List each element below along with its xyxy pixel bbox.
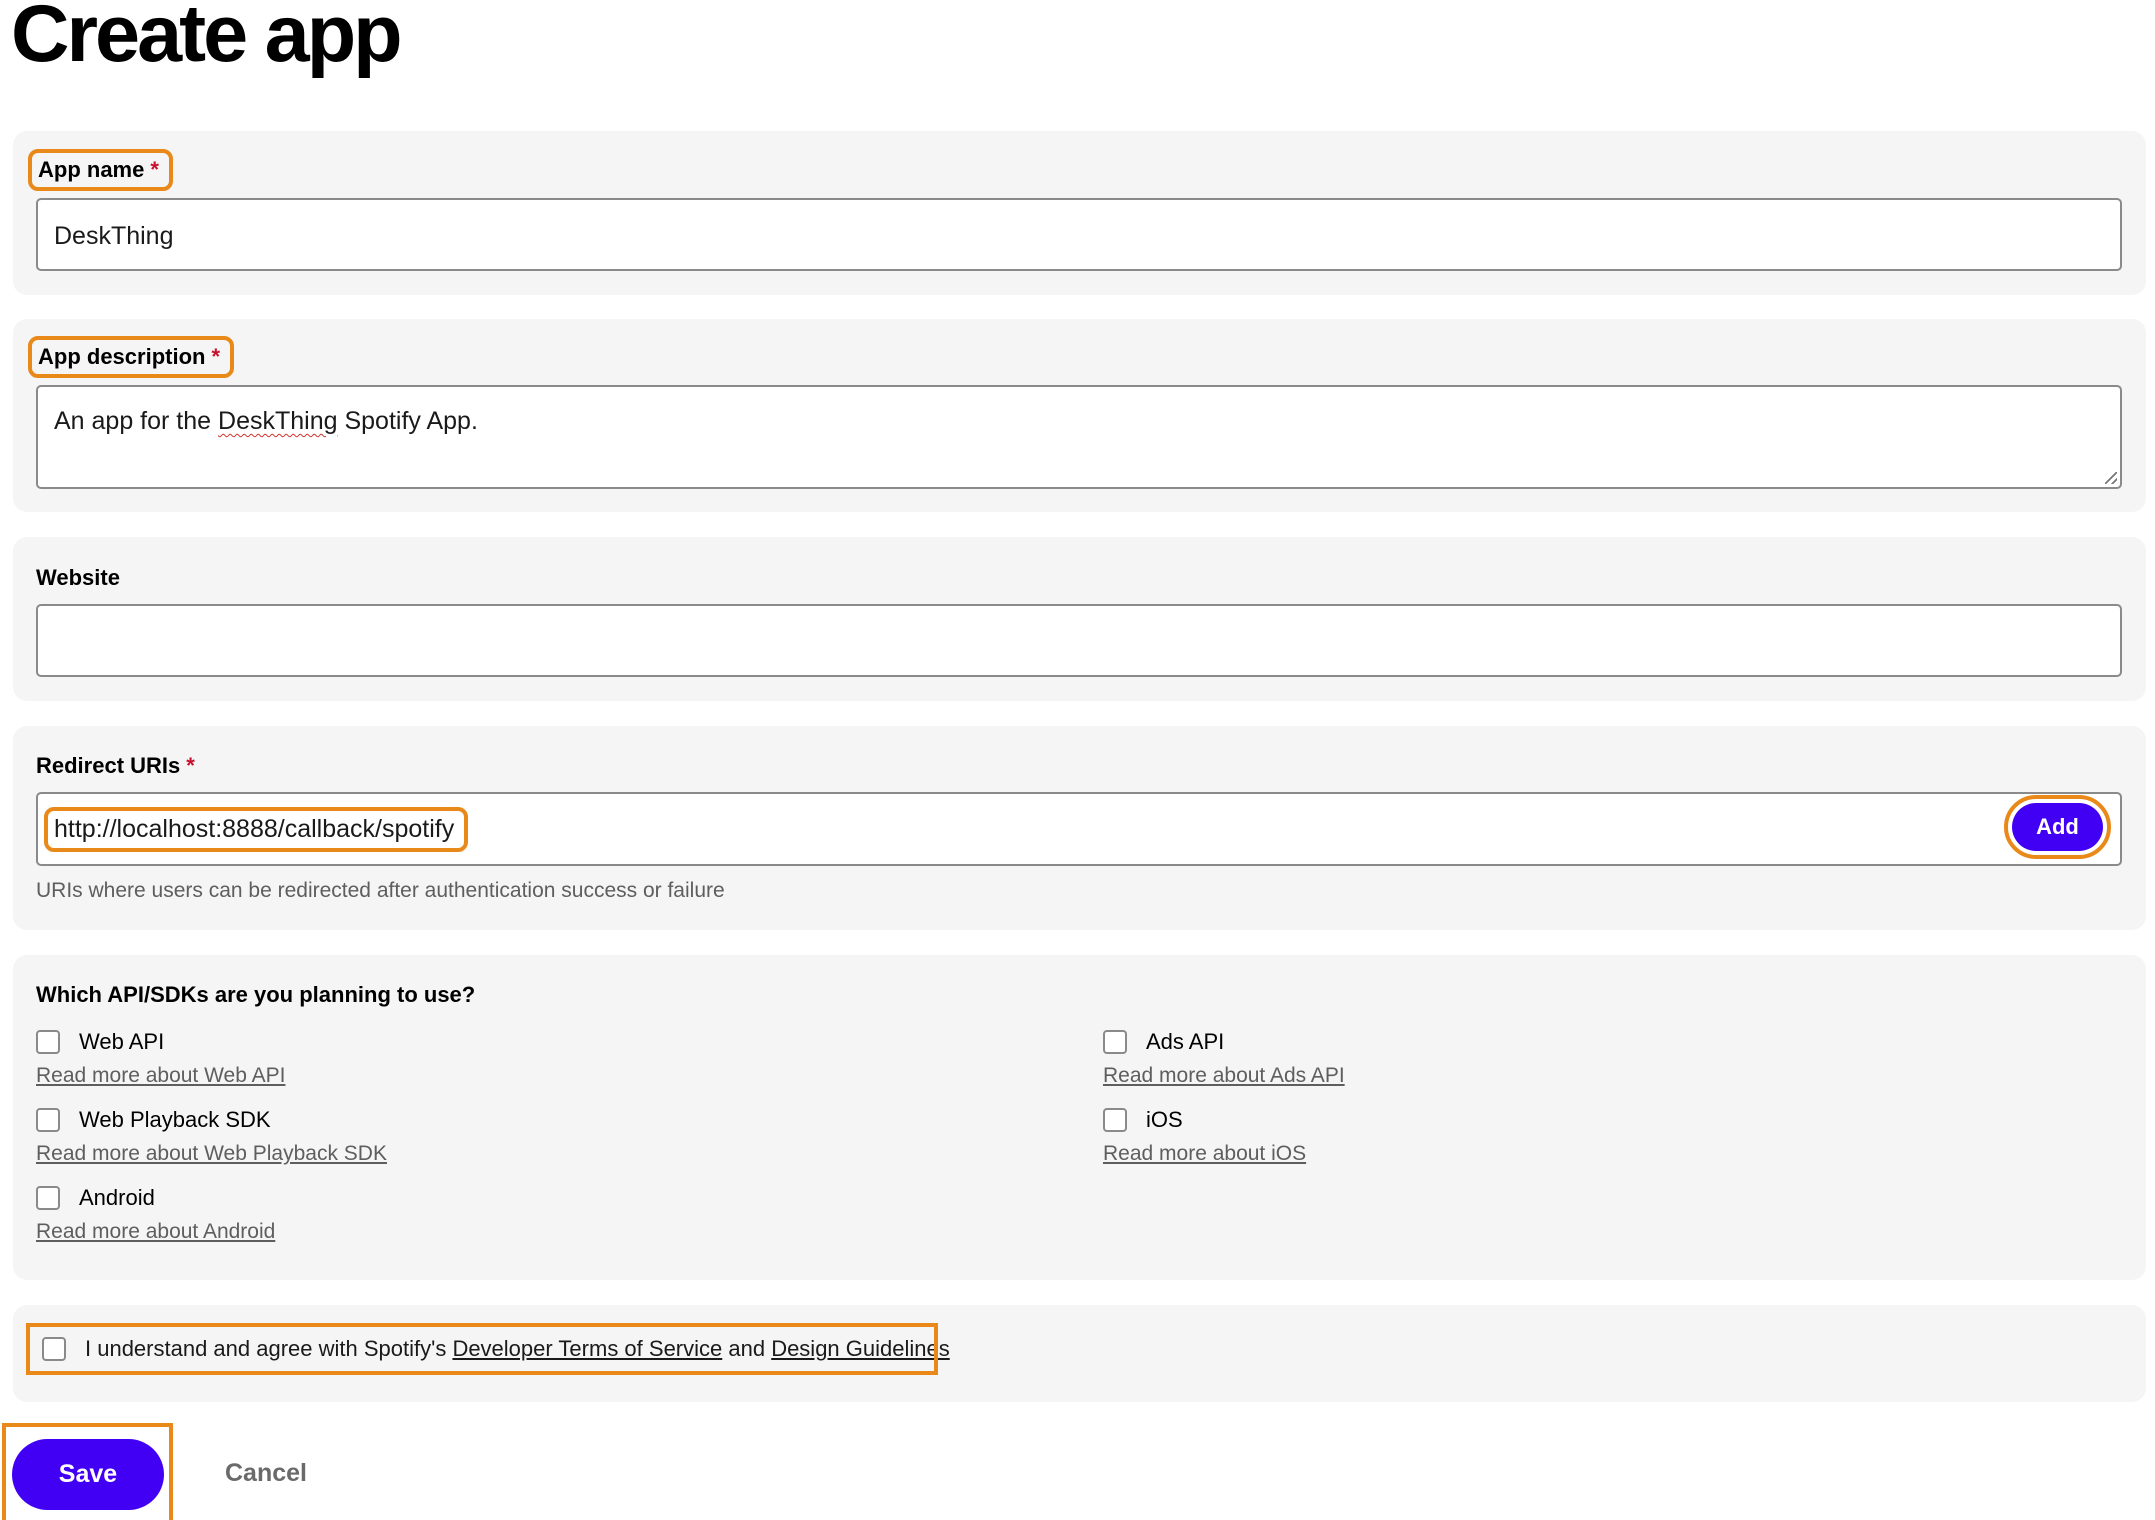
redirect-uris-label-text: Redirect URIs bbox=[36, 753, 181, 778]
resize-grip-icon[interactable] bbox=[2105, 472, 2117, 484]
website-label: Website bbox=[36, 565, 120, 590]
create-app-page: Create app App name * DeskThing App descr… bbox=[0, 0, 2155, 1520]
terms-middle: and bbox=[722, 1336, 772, 1361]
design-guidelines-link[interactable]: Design Guidelines bbox=[771, 1336, 950, 1361]
app-description-label: App description * bbox=[27, 336, 235, 378]
read-more-android-link[interactable]: Read more about Android bbox=[36, 1220, 275, 1244]
add-redirect-uri-button[interactable]: Add bbox=[2004, 795, 2111, 859]
app-name-label: App name * bbox=[28, 149, 173, 191]
required-asterisk: * bbox=[186, 753, 195, 778]
read-more-ios-link[interactable]: Read more about iOS bbox=[1103, 1142, 1306, 1166]
redirect-uris-label: Redirect URIs * bbox=[36, 753, 195, 779]
cancel-button[interactable]: Cancel bbox=[225, 1459, 307, 1488]
app-name-value: DeskThing bbox=[54, 222, 174, 250]
terms-checkbox[interactable] bbox=[42, 1337, 66, 1361]
api-option-ads-api: Ads API Read more about Ads API bbox=[1103, 1027, 1345, 1088]
page-title: Create app bbox=[11, 0, 403, 79]
app-description-textarea[interactable]: An app for the DeskThing Spotify App. bbox=[36, 385, 2122, 489]
web-api-label[interactable]: Web API bbox=[79, 1029, 164, 1055]
ads-api-label[interactable]: Ads API bbox=[1146, 1029, 1224, 1055]
api-sdk-card: Which API/SDKs are you planning to use? … bbox=[13, 955, 2146, 1280]
api-option-android: Android Read more about Android bbox=[36, 1183, 275, 1244]
ios-label[interactable]: iOS bbox=[1146, 1107, 1183, 1133]
save-button-wrapper: Save bbox=[2, 1423, 173, 1520]
description-text-prefix: An app for the bbox=[54, 407, 219, 435]
website-input[interactable] bbox=[36, 604, 2122, 677]
api-option-ios: iOS Read more about iOS bbox=[1103, 1105, 1306, 1166]
app-description-card: App description * An app for the DeskThin… bbox=[13, 319, 2146, 512]
api-sdk-question: Which API/SDKs are you planning to use? bbox=[36, 982, 476, 1007]
web-playback-sdk-label[interactable]: Web Playback SDK bbox=[79, 1107, 271, 1133]
terms-text: I understand and agree with Spotify's De… bbox=[85, 1336, 950, 1362]
android-label[interactable]: Android bbox=[79, 1185, 155, 1211]
web-api-checkbox[interactable] bbox=[36, 1030, 60, 1054]
redirect-uris-helper: URIs where users can be redirected after… bbox=[36, 879, 725, 902]
terms-prefix: I understand and agree with Spotify's bbox=[85, 1336, 453, 1361]
website-card: Website bbox=[13, 537, 2146, 701]
api-option-web-api: Web API Read more about Web API bbox=[36, 1027, 285, 1088]
read-more-web-playback-sdk-link[interactable]: Read more about Web Playback SDK bbox=[36, 1142, 387, 1166]
read-more-web-api-link[interactable]: Read more about Web API bbox=[36, 1064, 285, 1088]
app-description-label-text: App description bbox=[38, 344, 206, 369]
app-description-value: An app for the DeskThing Spotify App. bbox=[54, 407, 478, 436]
redirect-uri-value: http://localhost:8888/callback/spotify bbox=[43, 807, 469, 852]
developer-terms-link[interactable]: Developer Terms of Service bbox=[452, 1336, 722, 1361]
terms-agreement: I understand and agree with Spotify's De… bbox=[26, 1323, 950, 1375]
redirect-uri-input[interactable]: http://localhost:8888/callback/spotify A… bbox=[36, 792, 2122, 866]
redirect-uris-card: Redirect URIs * http://localhost:8888/cal… bbox=[13, 726, 2146, 930]
web-playback-sdk-checkbox[interactable] bbox=[36, 1108, 60, 1132]
required-asterisk: * bbox=[211, 344, 221, 369]
ios-checkbox[interactable] bbox=[1103, 1108, 1127, 1132]
required-asterisk: * bbox=[150, 157, 159, 182]
save-button[interactable]: Save bbox=[12, 1439, 164, 1510]
android-checkbox[interactable] bbox=[36, 1186, 60, 1210]
app-name-card: App name * DeskThing bbox=[13, 131, 2146, 295]
api-option-web-playback-sdk: Web Playback SDK Read more about Web Pla… bbox=[36, 1105, 387, 1166]
app-name-input[interactable]: DeskThing bbox=[36, 198, 2122, 271]
description-text-suffix: Spotify App. bbox=[337, 407, 478, 435]
read-more-ads-api-link[interactable]: Read more about Ads API bbox=[1103, 1064, 1345, 1088]
ads-api-checkbox[interactable] bbox=[1103, 1030, 1127, 1054]
app-name-label-text: App name bbox=[38, 157, 145, 182]
spellcheck-flagged-word: DeskThing bbox=[218, 407, 338, 435]
